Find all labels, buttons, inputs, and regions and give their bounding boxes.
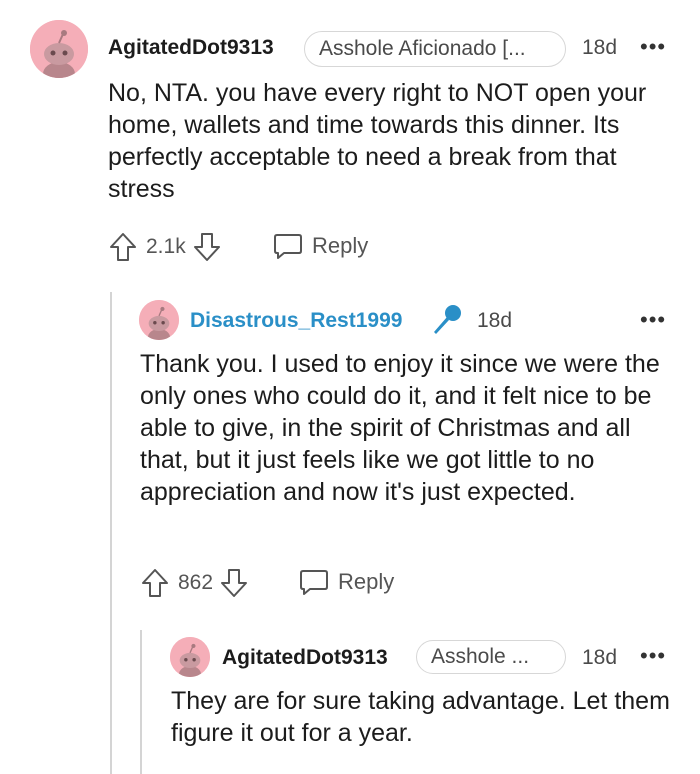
snoo-avatar-icon <box>30 20 88 78</box>
avatar[interactable] <box>139 300 179 340</box>
avatar[interactable] <box>170 637 210 677</box>
reply-label: Reply <box>312 233 369 258</box>
username[interactable]: AgitatedDot9313 <box>222 646 388 670</box>
reply-button[interactable]: Reply <box>272 231 368 261</box>
upvote-button[interactable] <box>140 567 170 599</box>
more-options-icon: ••• <box>640 34 667 59</box>
thread-line[interactable] <box>140 630 142 774</box>
comment-body: They are for sure taking advantage. Let … <box>171 687 670 747</box>
downvote-button[interactable] <box>219 567 249 599</box>
upvote-arrow-icon <box>110 233 136 261</box>
username[interactable]: AgitatedDot9313 <box>108 36 274 60</box>
timestamp: 18d <box>477 309 513 332</box>
more-options-button[interactable]: ••• <box>640 309 666 331</box>
user-flair: Asshole Aficionado [... <box>304 31 566 67</box>
speech-bubble-icon <box>274 234 302 259</box>
timestamp: 18d <box>582 646 618 669</box>
username-op[interactable]: Disastrous_Rest1999 <box>190 309 402 333</box>
speech-bubble-icon <box>300 570 328 595</box>
vote-bar: 862 <box>140 567 249 599</box>
vote-count: 2.1k <box>146 235 186 258</box>
reply-label: Reply <box>338 569 395 594</box>
downvote-button[interactable] <box>192 231 222 263</box>
snoo-avatar-icon <box>170 637 210 677</box>
user-flair: Asshole ... <box>416 640 566 674</box>
reply-button[interactable]: Reply <box>298 567 394 597</box>
thread-line[interactable] <box>110 292 112 774</box>
vote-bar: 2.1k <box>108 231 222 263</box>
vote-count: 862 <box>178 571 214 594</box>
upvote-button[interactable] <box>108 231 138 263</box>
upvote-arrow-icon <box>142 569 168 597</box>
more-options-icon: ••• <box>640 307 667 332</box>
timestamp: 18d <box>582 36 618 59</box>
more-options-icon: ••• <box>640 643 667 668</box>
microphone-icon <box>428 302 464 338</box>
downvote-arrow-icon <box>193 233 220 261</box>
downvote-arrow-icon <box>221 569 248 597</box>
snoo-avatar-icon <box>139 300 179 340</box>
more-options-button[interactable]: ••• <box>640 36 666 58</box>
avatar[interactable] <box>30 20 88 78</box>
comment-body: No, NTA. you have every right to NOT ope… <box>108 79 647 203</box>
more-options-button[interactable]: ••• <box>640 645 666 667</box>
comment-body: Thank you. I used to enjoy it since we w… <box>140 350 660 506</box>
